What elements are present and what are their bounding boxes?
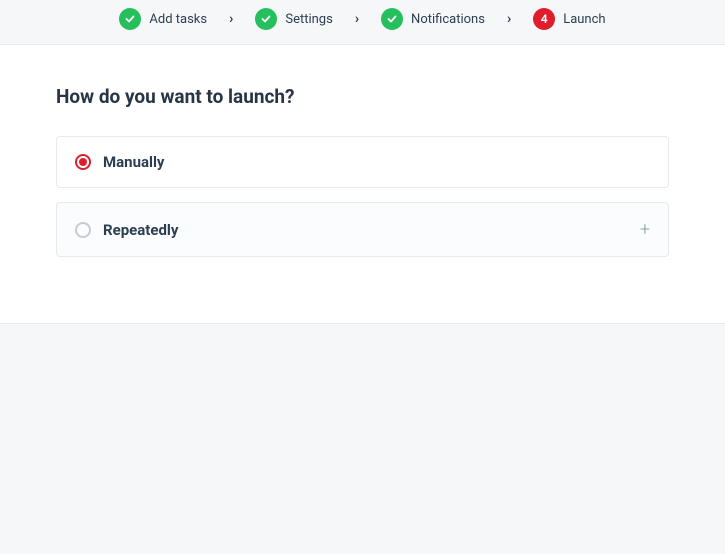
stepper: Add tasks › Settings › Notifications › 4… [0, 0, 725, 44]
chevron-right-icon: › [229, 11, 233, 27]
page-title: How do you want to launch? [56, 85, 669, 108]
step-label: Launch [563, 12, 605, 27]
option-manually[interactable]: Manually [56, 136, 669, 188]
step-label: Notifications [411, 12, 485, 27]
plus-icon: + [640, 219, 650, 240]
check-icon [381, 8, 403, 30]
chevron-right-icon: › [355, 11, 359, 27]
check-icon [119, 8, 141, 30]
step-number-badge: 4 [533, 8, 555, 30]
step-label: Add tasks [149, 12, 207, 27]
radio-selected-icon [75, 154, 91, 170]
option-label: Repeatedly [103, 221, 628, 239]
step-label: Settings [285, 12, 332, 27]
step-launch[interactable]: 4 Launch [533, 8, 605, 30]
main-panel: How do you want to launch? Manually Repe… [0, 44, 725, 324]
step-settings[interactable]: Settings [255, 8, 332, 30]
step-notifications[interactable]: Notifications [381, 8, 485, 30]
option-repeatedly[interactable]: Repeatedly + [56, 202, 669, 257]
radio-unselected-icon [75, 222, 91, 238]
step-add-tasks[interactable]: Add tasks [119, 8, 207, 30]
check-icon [255, 8, 277, 30]
chevron-right-icon: › [507, 11, 511, 27]
option-label: Manually [103, 153, 650, 171]
